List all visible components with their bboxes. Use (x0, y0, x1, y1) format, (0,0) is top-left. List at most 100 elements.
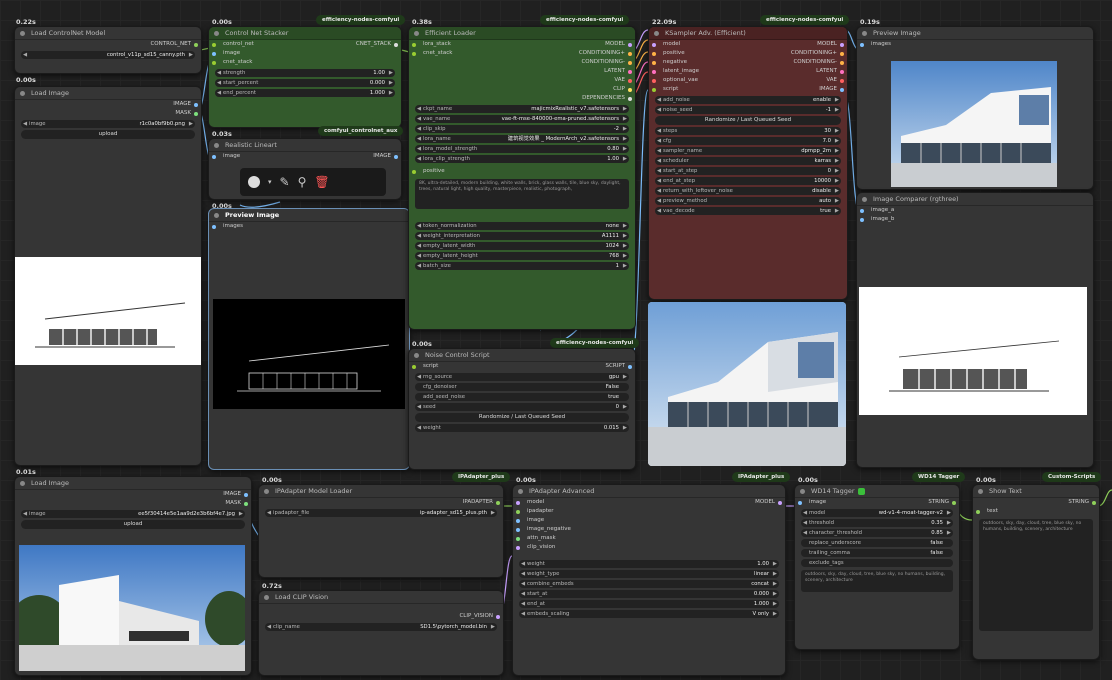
output-slot[interactable] (194, 112, 198, 116)
randomize-seed-button[interactable]: Randomize / Last Queued Seed (655, 116, 841, 125)
collapse-dot-icon[interactable] (654, 31, 659, 36)
add-noise-combo[interactable]: ◀ add_noise enable ▶ (655, 96, 841, 104)
collapse-dot-icon[interactable] (20, 481, 25, 486)
node-ksampler-efficient[interactable]: KSampler Adv. (Efficient) model MODEL pos… (648, 26, 848, 300)
lora-clip-strength-widget[interactable]: ◀ lora_clip_strength 1.00 ▶ (415, 155, 629, 163)
vae-name-combo[interactable]: ◀ vae_name vae-ft-mse-840000-ema-pruned.sa… (415, 115, 629, 123)
node-control-net-stacker[interactable]: Control Net Stacker control_net CNET_STAC… (208, 26, 402, 128)
output-slot[interactable] (840, 88, 844, 92)
input-slot[interactable] (516, 528, 520, 532)
ipadapter-file-combo[interactable]: ◀ ipadapter_file ip-adapter_sd15_plus.pth ▶ (265, 509, 497, 517)
output-slot[interactable] (840, 43, 844, 47)
vae-decode-combo[interactable]: ◀ vae_decode true ▶ (655, 207, 841, 215)
weight-interpretation-combo[interactable]: ◀ weight_interpretation A1111 ▶ (415, 232, 629, 240)
input-slot[interactable] (516, 519, 520, 523)
input-slot[interactable] (860, 209, 864, 213)
collapse-dot-icon[interactable] (214, 213, 219, 218)
return-leftover-noise-combo[interactable]: ◀ return_with_leftover_noise disable ▶ (655, 187, 841, 195)
output-slot[interactable] (628, 97, 632, 101)
batch-size-widget[interactable]: ◀ batch_size 1 ▶ (415, 262, 629, 270)
node-ipadapter-advanced[interactable]: IPAdapter Advanced model MODEL ipadapter … (512, 484, 786, 676)
weight-widget[interactable]: ◀ weight 1.00 ▶ (519, 560, 779, 568)
replace-underscore-toggle[interactable]: replace_underscore false (801, 539, 953, 547)
input-slot[interactable] (976, 510, 980, 514)
collapse-dot-icon[interactable] (978, 489, 983, 494)
preview-method-combo[interactable]: ◀ preview_method auto ▶ (655, 197, 841, 205)
pin-icon[interactable]: ⚲ (298, 175, 307, 189)
image-combo[interactable]: ◀ image ee5f30414e5e1aa9d2e3b6bf4e7.jpg ▶ (21, 510, 245, 518)
ckpt-name-combo[interactable]: ◀ ckpt_name majicmixRealistic_v7.safetenso… (415, 105, 629, 113)
node-ipadapter-model-loader[interactable]: IPAdapter Model Loader IPADAPTER ◀ ipadap… (258, 484, 504, 578)
cfg-denoiser-toggle[interactable]: cfg_denoiser False (415, 383, 629, 391)
character-threshold-widget[interactable]: ◀ character_threshold 0.85 ▶ (801, 529, 953, 537)
end-percent-widget[interactable]: ◀ end_percent 1.000 ▶ (215, 89, 395, 97)
output-slot[interactable] (244, 502, 248, 506)
chevron-down-icon[interactable]: ▾ (268, 178, 272, 186)
output-slot[interactable] (496, 615, 500, 619)
weight-type-combo[interactable]: ◀ weight_type linear ▶ (519, 570, 779, 578)
weight-widget[interactable]: ◀ weight 0.015 ▶ (415, 424, 629, 432)
collapse-dot-icon[interactable] (414, 353, 419, 358)
node-load-image-2[interactable]: Load Image IMAGE MASK ◀ image ee5f30414e5e… (14, 476, 252, 676)
collapse-dot-icon[interactable] (264, 489, 269, 494)
threshold-widget[interactable]: ◀ threshold 0.35 ▶ (801, 519, 953, 527)
input-slot[interactable] (412, 52, 416, 56)
input-slot[interactable] (516, 501, 520, 505)
input-slot[interactable] (652, 70, 656, 74)
start-at-step-widget[interactable]: ◀ start_at_step 0 ▶ (655, 167, 841, 175)
embeds-scaling-combo[interactable]: ◀ embeds_scaling V only ▶ (519, 610, 779, 618)
strength-widget[interactable]: ◀ strength 1.00 ▶ (215, 69, 395, 77)
input-slot[interactable] (212, 43, 216, 47)
positive-prompt-textarea[interactable]: 8K, ultra-detailed, modern building, whi… (415, 179, 629, 209)
output-slot[interactable] (840, 79, 844, 83)
exclude-tags-input[interactable]: exclude_tags (801, 559, 953, 567)
collapse-dot-icon[interactable] (20, 31, 25, 36)
scheduler-combo[interactable]: ◀ scheduler karras ▶ (655, 157, 841, 165)
end-at-widget[interactable]: ◀ end_at 1.000 ▶ (519, 600, 779, 608)
clip-skip-widget[interactable]: ◀ clip_skip -2 ▶ (415, 125, 629, 133)
trailing-comma-toggle[interactable]: trailing_comma false (801, 549, 953, 557)
output-slot[interactable] (628, 43, 632, 47)
output-slot[interactable] (628, 70, 632, 74)
model-combo[interactable]: ◀ model wd-v1-4-moat-tagger-v2 ▶ (801, 509, 953, 517)
node-preview-image-1[interactable]: Preview Image images (208, 208, 410, 470)
output-slot[interactable] (1092, 501, 1096, 505)
output-slot[interactable] (244, 493, 248, 497)
collapse-dot-icon[interactable] (800, 489, 805, 494)
collapse-dot-icon[interactable] (414, 31, 419, 36)
output-slot[interactable] (628, 79, 632, 83)
collapse-dot-icon[interactable] (862, 197, 867, 202)
output-slot[interactable] (394, 43, 398, 47)
noise-seed-widget[interactable]: ◀ noise_seed -1 ▶ (655, 106, 841, 114)
add-seed-noise-toggle[interactable]: add_seed_noise true (415, 393, 629, 401)
collapse-dot-icon[interactable] (20, 91, 25, 96)
latent-height-widget[interactable]: ◀ empty_latent_height 768 ▶ (415, 252, 629, 260)
output-slot[interactable] (628, 365, 632, 369)
color-circle-icon[interactable] (248, 176, 260, 188)
node-image-comparer[interactable]: Image Comparer (rgthree) image_a image_b (856, 192, 1094, 468)
node-wd14-tagger[interactable]: WD14 Tagger image STRING ◀ model wd-v1-4-mo… (794, 484, 960, 650)
output-slot[interactable] (840, 61, 844, 65)
output-slot[interactable] (628, 61, 632, 65)
collapse-dot-icon[interactable] (264, 595, 269, 600)
input-slot[interactable] (212, 225, 216, 229)
input-slot[interactable] (652, 79, 656, 83)
input-slot[interactable] (652, 52, 656, 56)
end-at-step-widget[interactable]: ◀ end_at_step 10000 ▶ (655, 177, 841, 185)
seed-widget[interactable]: ◀ seed 0 ▶ (415, 403, 629, 411)
output-slot[interactable] (194, 103, 198, 107)
node-show-text[interactable]: Show Text STRING text outdoors, sky, day… (972, 484, 1100, 660)
output-slot[interactable] (840, 70, 844, 74)
start-at-widget[interactable]: ◀ start_at 0.000 ▶ (519, 590, 779, 598)
collapse-dot-icon[interactable] (518, 489, 523, 494)
collapse-dot-icon[interactable] (862, 31, 867, 36)
output-slot[interactable] (496, 501, 500, 505)
input-slot[interactable] (212, 61, 216, 65)
lora-model-strength-widget[interactable]: ◀ lora_model_strength 0.80 ▶ (415, 145, 629, 153)
cfg-widget[interactable]: ◀ cfg 7.0 ▶ (655, 137, 841, 145)
input-slot[interactable] (412, 43, 416, 47)
output-slot[interactable] (840, 52, 844, 56)
output-slot[interactable] (778, 501, 782, 505)
input-slot[interactable] (516, 510, 520, 514)
model-combo[interactable]: ◀ control_v11p_sd15_canny.pth ▶ (21, 51, 195, 59)
